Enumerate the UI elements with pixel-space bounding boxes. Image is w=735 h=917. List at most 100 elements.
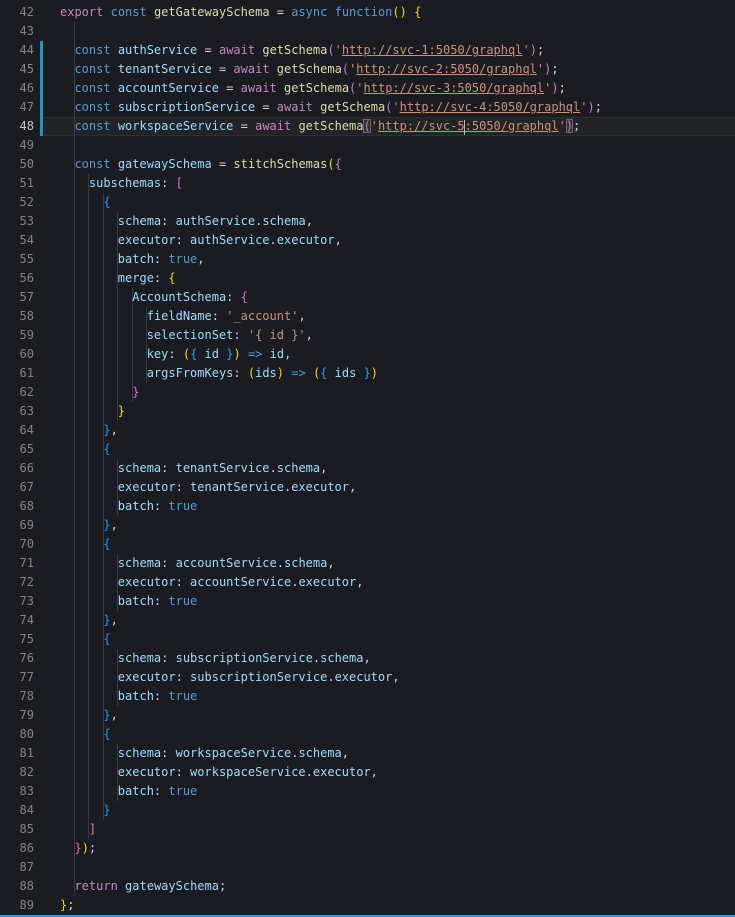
code-line[interactable]: 59 selectionSet: '{ id }', [0, 326, 735, 345]
code-line[interactable]: 74 }, [0, 611, 735, 630]
code-line[interactable]: 72 executor: accountService.executor, [0, 573, 735, 592]
line-number: 61 [0, 364, 34, 383]
code-line[interactable]: 53 schema: authService.schema, [0, 212, 735, 231]
gutter: 72 [0, 573, 60, 592]
code-line[interactable]: 79 }, [0, 706, 735, 725]
code-line[interactable]: 49 [0, 136, 735, 155]
code-line[interactable]: 82 executor: workspaceService.executor, [0, 763, 735, 782]
line-number: 79 [0, 706, 34, 725]
code-line[interactable]: 62 } [0, 383, 735, 402]
code-line[interactable]: 67 executor: tenantService.executor, [0, 478, 735, 497]
gutter: 71 [0, 554, 60, 573]
code-editor[interactable]: 42export const getGatewaySchema = async … [0, 0, 735, 917]
line-number: 52 [0, 193, 34, 212]
code-line[interactable]: 50 const gatewaySchema = stitchSchemas({ [0, 155, 735, 174]
line-number: 59 [0, 326, 34, 345]
line-number: 71 [0, 554, 34, 573]
url-link[interactable]: http://svc-3:5050/graphql [364, 81, 545, 95]
code-line[interactable]: 65 { [0, 440, 735, 459]
code-line[interactable]: 66 schema: tenantService.schema, [0, 459, 735, 478]
code-line[interactable]: 81 schema: workspaceService.schema, [0, 744, 735, 763]
git-modified-indicator [40, 79, 43, 98]
gutter: 59 [0, 326, 60, 345]
code-line[interactable]: 70 { [0, 535, 735, 554]
gutter: 64 [0, 421, 60, 440]
code-line[interactable]: 60 key: ({ id }) => id, [0, 345, 735, 364]
code-line[interactable]: 84 } [0, 801, 735, 820]
code-lines: 42export const getGatewaySchema = async … [0, 3, 735, 915]
code-line[interactable]: 64 }, [0, 421, 735, 440]
code-line[interactable]: 48 const workspaceService = await getSch… [0, 117, 735, 136]
gutter: 67 [0, 478, 60, 497]
code-line[interactable]: 44 const authService = await getSchema('… [0, 41, 735, 60]
url-link[interactable]: http://svc-1:5050/graphql [342, 43, 523, 57]
url-link[interactable]: :5050/graphql [465, 119, 559, 133]
gutter: 88 [0, 877, 60, 896]
code-line[interactable]: 56 merge: { [0, 269, 735, 288]
line-number: 83 [0, 782, 34, 801]
gutter: 79 [0, 706, 60, 725]
line-number: 73 [0, 592, 34, 611]
line-number: 60 [0, 345, 34, 364]
code-line[interactable]: 46 const accountService = await getSchem… [0, 79, 735, 98]
code-line[interactable]: 45 const tenantService = await getSchema… [0, 60, 735, 79]
code-line[interactable]: 86 }); [0, 839, 735, 858]
code-line[interactable]: 76 schema: subscriptionService.schema, [0, 649, 735, 668]
code-line[interactable]: 69 }, [0, 516, 735, 535]
code-line[interactable]: 73 batch: true [0, 592, 735, 611]
line-number: 76 [0, 649, 34, 668]
code-line[interactable]: 75 { [0, 630, 735, 649]
git-modified-indicator [40, 117, 43, 136]
code-line[interactable]: 52 { [0, 193, 735, 212]
gutter: 80 [0, 725, 60, 744]
code-line[interactable]: 80 { [0, 725, 735, 744]
gutter: 75 [0, 630, 60, 649]
url-link[interactable]: http://svc-2:5050/graphql [356, 62, 537, 76]
line-number: 70 [0, 535, 34, 554]
code-line[interactable]: 68 batch: true [0, 497, 735, 516]
gutter: 45 [0, 60, 60, 79]
gutter: 74 [0, 611, 60, 630]
git-modified-indicator [40, 98, 43, 117]
line-number: 80 [0, 725, 34, 744]
code-line[interactable]: 55 batch: true, [0, 250, 735, 269]
code-line[interactable]: 77 executor: subscriptionService.executo… [0, 668, 735, 687]
code-line[interactable]: 54 executor: authService.executor, [0, 231, 735, 250]
code-line[interactable]: 78 batch: true [0, 687, 735, 706]
line-number: 63 [0, 402, 34, 421]
code-line[interactable]: 71 schema: accountService.schema, [0, 554, 735, 573]
gutter: 83 [0, 782, 60, 801]
code-line[interactable]: 88 return gatewaySchema; [0, 877, 735, 896]
code-line[interactable]: 63 } [0, 402, 735, 421]
gutter: 84 [0, 801, 60, 820]
line-number: 57 [0, 288, 34, 307]
gutter: 42 [0, 3, 60, 22]
code-line[interactable]: 61 argsFromKeys: (ids) => ({ ids }) [0, 364, 735, 383]
line-number: 65 [0, 440, 34, 459]
line-number: 74 [0, 611, 34, 630]
code-line[interactable]: 42export const getGatewaySchema = async … [0, 3, 735, 22]
gutter: 81 [0, 744, 60, 763]
line-number: 89 [0, 896, 34, 915]
line-number: 53 [0, 212, 34, 231]
code-line[interactable]: 85 ] [0, 820, 735, 839]
gutter: 63 [0, 402, 60, 421]
url-link[interactable]: http://svc-4:5050/graphql [400, 100, 581, 114]
url-link[interactable]: http://svc-5 [378, 119, 465, 133]
code-line[interactable]: 87 [0, 858, 735, 877]
gutter: 89 [0, 896, 60, 915]
code-line[interactable]: 89}; [0, 896, 735, 915]
gutter: 70 [0, 535, 60, 554]
code-line[interactable]: 43 [0, 22, 735, 41]
line-number: 68 [0, 497, 34, 516]
gutter: 49 [0, 136, 60, 155]
code-line[interactable]: 47 const subscriptionService = await get… [0, 98, 735, 117]
line-number: 56 [0, 269, 34, 288]
gutter: 43 [0, 22, 60, 41]
code-line[interactable]: 57 AccountSchema: { [0, 288, 735, 307]
line-number: 43 [0, 22, 34, 41]
code-line[interactable]: 51 subschemas: [ [0, 174, 735, 193]
line-number: 72 [0, 573, 34, 592]
code-line[interactable]: 83 batch: true [0, 782, 735, 801]
code-line[interactable]: 58 fieldName: '_account', [0, 307, 735, 326]
